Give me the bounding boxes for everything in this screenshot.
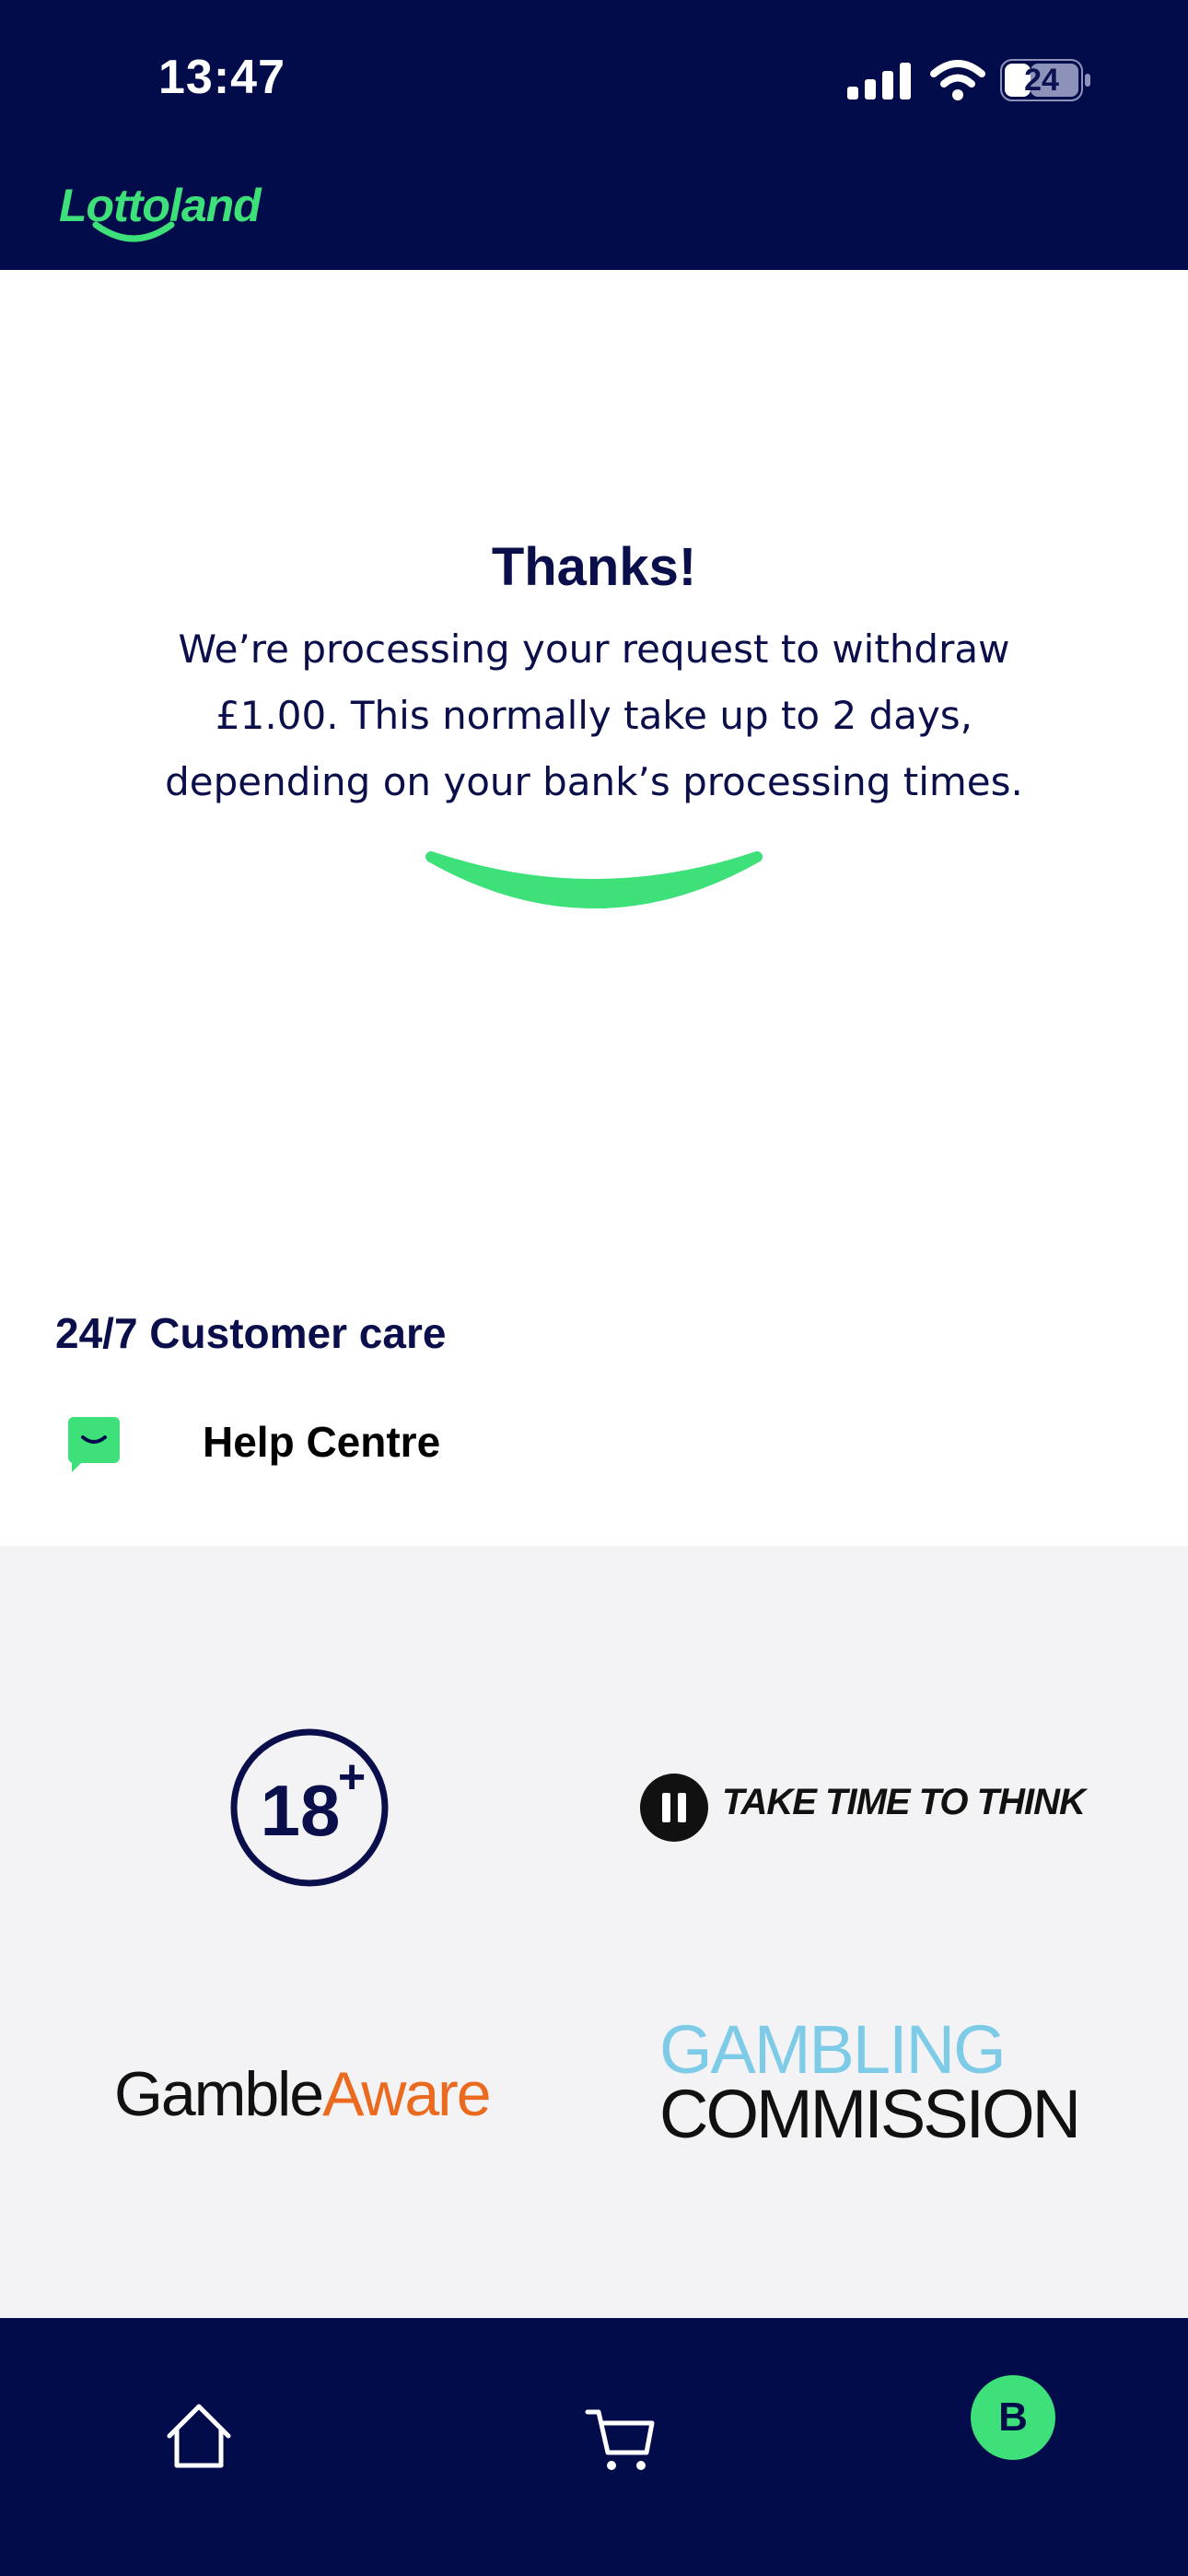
age-badge-number: 18 (261, 1770, 341, 1851)
cart-icon (585, 2409, 655, 2470)
home-icon (167, 2404, 231, 2468)
smile-graphic-icon (425, 851, 763, 908)
chat-icon (68, 1417, 120, 1472)
account-avatar: B (971, 2375, 1055, 2460)
gambling-commission-line2: COMMISSION (659, 2076, 1081, 2152)
bottom-tab-bar: B (0, 2318, 1188, 2576)
help-centre-link[interactable]: Help Centre (66, 1415, 619, 1480)
gamble-aware-part2: Aware (322, 2059, 492, 2129)
help-centre-label: Help Centre (203, 1418, 441, 1466)
app-header: Lottoland (0, 147, 1188, 270)
wifi-icon (930, 60, 985, 100)
customer-care-title: 24/7 Customer care (55, 1309, 447, 1357)
confirmation-title: Thanks! (491, 537, 697, 597)
gambling-commission-logo[interactable]: GAMBLING COMMISSION (659, 2011, 1081, 2152)
status-bar: 13:47 24 (0, 0, 1188, 147)
tab-account[interactable]: B (971, 2375, 1055, 2460)
tab-cart[interactable] (564, 2383, 674, 2493)
logo-smile-icon (92, 221, 175, 242)
gamble-aware-part1: Gamble (114, 2059, 324, 2129)
age-18-plus-icon: 18 + (230, 1728, 389, 1887)
tab-home[interactable] (144, 2383, 254, 2493)
battery-level: 24 (1024, 63, 1059, 98)
take-time-to-think-logo[interactable]: TAKE TIME TO THINK (639, 1773, 1118, 1843)
gamble-aware-logo[interactable]: GambleAware (114, 2058, 492, 2130)
signal-icon (847, 63, 911, 100)
status-time: 13:47 (158, 51, 285, 104)
take-time-to-think-text: TAKE TIME TO THINK (722, 1782, 1086, 1822)
withdraw-confirmation: Thanks! We’re processing your request to… (0, 516, 1188, 815)
gambling-commission-line1: GAMBLING (659, 2011, 1007, 2088)
customer-care-section: 24/7 Customer care Help Centre (55, 1308, 1133, 1472)
confirmation-message: We’re processing your request to withdra… (165, 626, 1023, 804)
pause-icon (640, 1774, 708, 1842)
age-badge-plus: + (338, 1751, 366, 1804)
responsible-gambling-section: 18 + TAKE TIME TO THINK GambleAware GAMB… (0, 1546, 1188, 2318)
